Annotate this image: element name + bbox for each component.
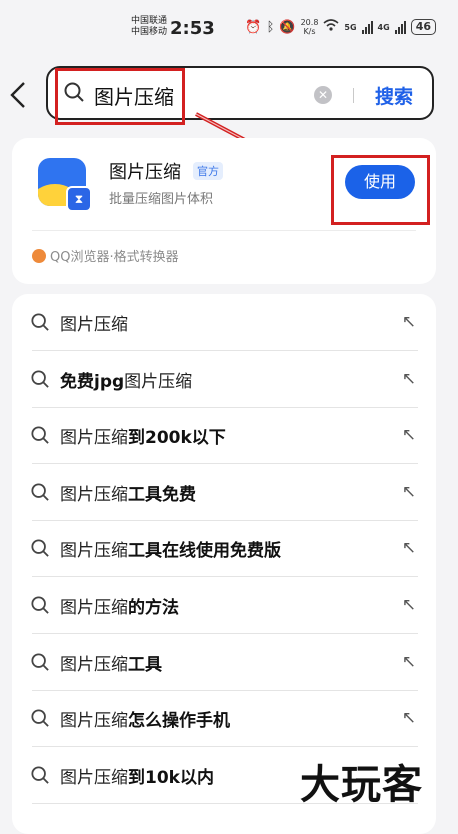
app-source-label: QQ浏览器·格式转换器 (50, 250, 179, 265)
suggestion-base: 图片压缩 (60, 711, 128, 732)
search-icon (31, 539, 49, 558)
official-badge: 官方 (193, 162, 223, 180)
fill-arrow-icon[interactable]: ↖ (402, 595, 416, 615)
suggestion-rest: 工具免费 (128, 484, 196, 505)
suggestion-text: 图片压缩怎么操作手机 (60, 706, 230, 731)
suggestion-prefix: 免费jpg (60, 371, 125, 392)
suggestion-row[interactable]: 图片压缩的方法 ↖ (30, 577, 418, 634)
suggestion-base: 图片压缩 (60, 428, 128, 449)
search-icon (31, 313, 49, 331)
suggestion-text: 免费jpg图片压缩 (60, 367, 192, 392)
suggestion-base: 图片压缩 (60, 484, 128, 505)
suggestion-base: 图片压缩 (124, 371, 193, 392)
search-icon (31, 653, 49, 671)
fill-arrow-icon[interactable]: ↖ (402, 369, 416, 389)
highlight-use-button (331, 155, 430, 225)
fill-arrow-icon[interactable]: ↖ (402, 425, 416, 445)
suggestion-text: 图片压缩 (60, 310, 128, 335)
search-icon (31, 483, 49, 501)
hourglass-icon: ⧗ (66, 186, 92, 212)
suggestion-row[interactable]: 图片压缩怎么操作手机 ↖ (30, 690, 418, 748)
suggestion-text: 图片压缩到200k以下 (60, 423, 226, 448)
suggestion-text: 图片压缩工具免费 (60, 480, 196, 505)
suggestion-rest: 的方法 (128, 598, 179, 618)
app-name: 图片压缩 (109, 162, 181, 183)
search-icon (31, 370, 49, 388)
app-description: 批量压缩图片体积 (109, 192, 214, 207)
suggestion-row[interactable]: 图片压缩到200k以下 ↖ (30, 407, 418, 465)
qq-browser-icon (32, 248, 46, 263)
suggestion-base: 图片压缩 (60, 541, 128, 562)
fill-arrow-icon[interactable]: ↖ (402, 652, 416, 672)
suggestion-rest: 怎么操作手机 (128, 711, 230, 732)
suggestion-rest: 工具 (128, 654, 162, 675)
suggestion-base: 图片压缩 (60, 315, 128, 335)
suggestion-text: 图片压缩工具在线使用免费版 (60, 536, 281, 561)
fill-arrow-icon[interactable]: ↖ (402, 482, 416, 502)
card-divider (32, 230, 416, 231)
search-icon (31, 766, 49, 784)
search-icon (31, 596, 49, 614)
app-source[interactable]: QQ浏览器·格式转换器 (32, 246, 179, 265)
search-icon (31, 709, 49, 727)
suggestion-base: 图片压缩 (60, 767, 128, 788)
search-icon (31, 426, 49, 444)
suggestion-row[interactable]: 免费jpg图片压缩 ↖ (30, 351, 418, 408)
fill-arrow-icon[interactable]: ↖ (402, 708, 416, 728)
suggestion-row[interactable]: 图片压缩工具免费 ↖ (30, 464, 418, 521)
suggestion-text: 图片压缩的方法 (60, 593, 179, 618)
suggestion-text: 图片压缩工具 (60, 650, 162, 675)
suggestion-row[interactable]: 图片压缩 ↖ (30, 294, 418, 351)
suggestion-row[interactable]: 图片压缩工具在线使用免费版 ↖ (30, 520, 418, 578)
fill-arrow-icon[interactable]: ↖ (402, 538, 416, 558)
suggestion-rest: 到10k以内 (128, 767, 214, 788)
watermark: 大玩客 (300, 762, 423, 808)
suggestion-rest: 到200k以下 (128, 428, 226, 449)
fill-arrow-icon[interactable]: ↖ (402, 312, 416, 332)
suggestion-row[interactable]: 图片压缩工具 ↖ (30, 634, 418, 691)
suggestion-text: 图片压缩到10k以内 (60, 763, 214, 788)
suggestion-base: 图片压缩 (60, 598, 128, 618)
suggestion-base: 图片压缩 (60, 654, 128, 675)
suggestion-rest: 工具在线使用免费版 (128, 541, 281, 562)
